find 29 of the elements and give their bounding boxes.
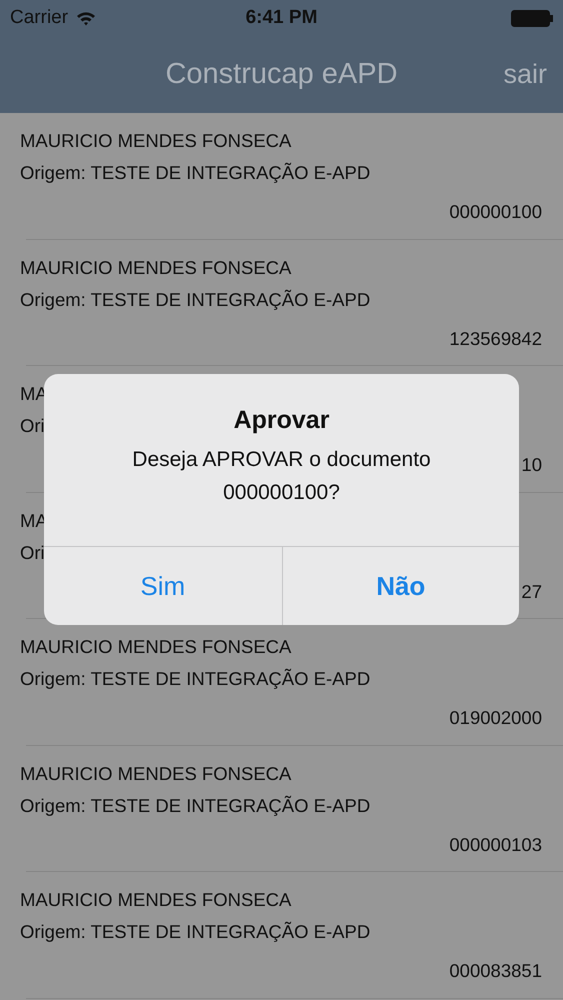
document-number: 000000103 — [449, 834, 542, 856]
logout-link[interactable]: sair — [503, 59, 547, 90]
dialog-button[interactable]: Não — [282, 547, 519, 625]
origin-text: Origem: TESTE DE INTEGRAÇÃO E-APD — [20, 667, 370, 691]
person-name: MAURICIO MENDES FONSECA — [20, 635, 292, 659]
dialog-message: Deseja APROVAR o documento 000000100? — [131, 447, 432, 506]
person-name: MAURICIO MENDES FONSECA — [20, 129, 292, 153]
origin-text: Origem: TESTE DE INTEGRAÇÃO E-APD — [20, 794, 370, 818]
person-name: MAURICIO MENDES FONSECA — [20, 762, 292, 786]
document-number: 10 — [521, 454, 542, 476]
origin-text: Origem: TESTE DE INTEGRAÇÃO E-APD — [20, 161, 370, 185]
carrier-label: Carrier — [10, 7, 68, 29]
document-number: 019002000 — [449, 707, 542, 729]
document-number: 000000100 — [449, 201, 542, 223]
dialog-button[interactable]: Sim — [44, 547, 282, 625]
app-title: Construcap eAPD — [165, 58, 398, 91]
origin-text: Origem: TESTE DE INTEGRAÇÃO E-APD — [20, 288, 370, 312]
origin-text: Ori — [20, 414, 45, 438]
document-number: 27 — [521, 580, 542, 602]
wifi-icon — [76, 10, 96, 26]
person-name: MAURICIO MENDES FONSECA — [20, 888, 292, 912]
origin-text: Origem: TESTE DE INTEGRAÇÃO E-APD — [20, 920, 370, 944]
clock: 6:41 PM — [246, 7, 318, 29]
dialog-title: Aprovar — [234, 406, 330, 435]
document-number: 000083851 — [449, 960, 542, 982]
battery-icon — [511, 10, 553, 26]
document-number: 123569842 — [449, 328, 542, 350]
origin-text: Ori — [20, 540, 45, 564]
person-name: MAURICIO MENDES FONSECA — [20, 256, 292, 280]
